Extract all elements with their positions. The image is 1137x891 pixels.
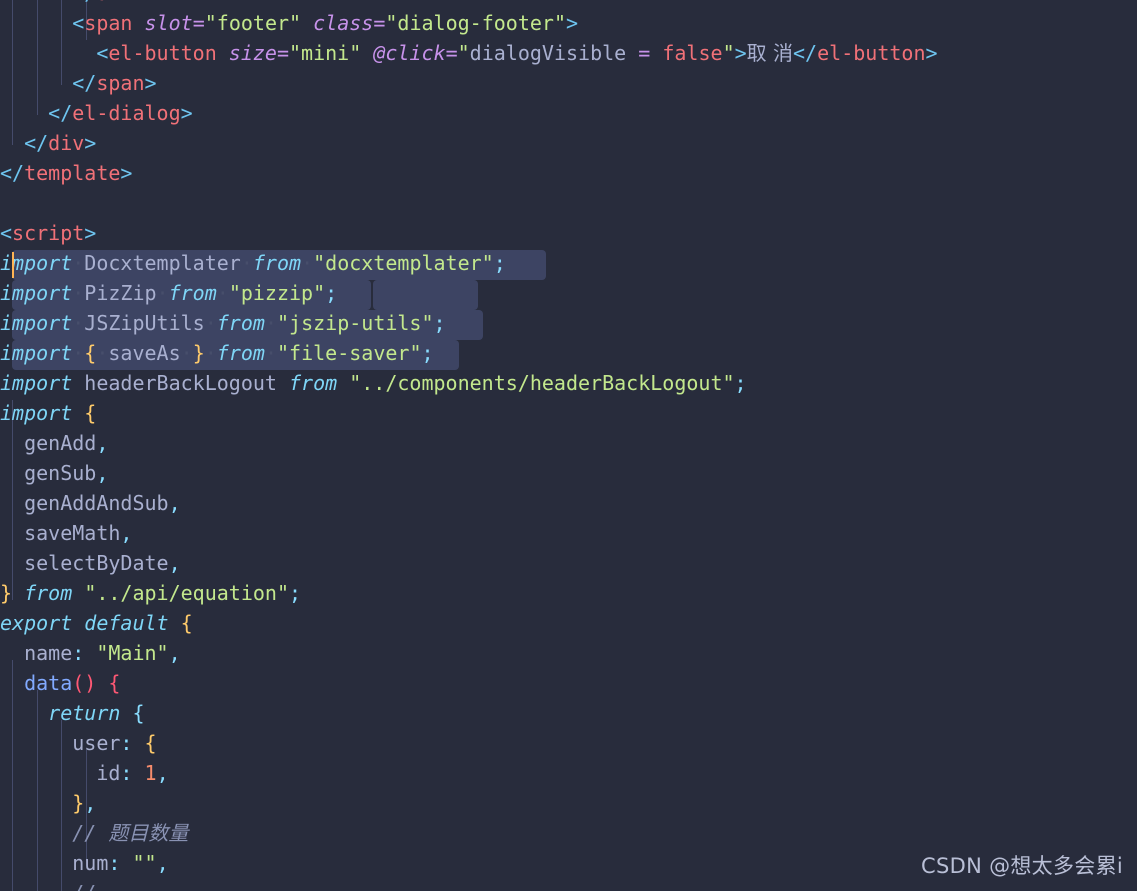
code-line: </el-dialog>	[0, 101, 193, 125]
code-line: },	[0, 791, 97, 815]
code-line: saveMath,	[0, 521, 133, 545]
text-caret	[12, 252, 14, 278]
code-line: import {	[0, 401, 97, 425]
csdn-watermark: CSDN @想太多会累i	[921, 854, 1123, 878]
code-line: id: 1,	[0, 761, 169, 785]
code-line: genSub,	[0, 461, 109, 485]
code-line: // 题目数量	[0, 821, 189, 845]
code-line: import·Docxtemplater·from·"docxtemplater…	[0, 251, 506, 275]
code-line: </div>	[0, 131, 97, 155]
code-line: name: "Main",	[0, 641, 181, 665]
code-line: </div>	[0, 0, 144, 8]
code-line: import·{·saveAs·}·from·"file-saver";	[0, 341, 434, 365]
code-line: </template>	[0, 161, 133, 185]
code-line: import·PizZip·from·"pizzip";	[0, 281, 338, 305]
code-line: genAddAndSub,	[0, 491, 181, 515]
code-line: num: "",	[0, 851, 169, 875]
code-line: </span>	[0, 71, 157, 95]
code-line: //	[0, 878, 108, 891]
code-line: data() {	[0, 671, 121, 695]
code-line: return {	[0, 701, 145, 725]
code-line: genAdd,	[0, 431, 109, 455]
code-line: export default {	[0, 611, 193, 635]
code-line: import headerBackLogout from "../compone…	[0, 371, 747, 395]
code-line: <span slot="footer" class="dialog-footer…	[72, 11, 579, 35]
code-line: <el-button size="mini" @click="dialogVis…	[96, 41, 938, 65]
code-editor-viewport[interactable]: </div> <span slot="footer" class="dialog…	[0, 0, 1137, 891]
code-line: selectByDate,	[0, 551, 181, 575]
code-line: user: {	[0, 731, 157, 755]
code-line: import·JSZipUtils·from·"jszip-utils";	[0, 311, 446, 335]
code-text-surface[interactable]: </div> <span slot="footer" class="dialog…	[0, 0, 1137, 891]
code-line: } from "../api/equation";	[0, 581, 302, 605]
code-line: <script>	[0, 221, 97, 245]
